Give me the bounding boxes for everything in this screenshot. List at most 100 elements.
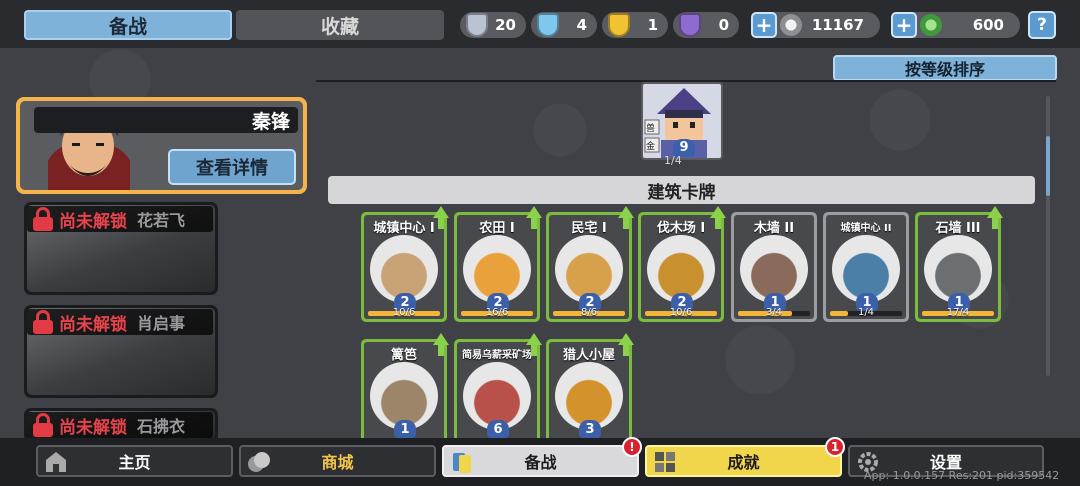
resource-value: 1 — [647, 16, 658, 34]
tab-collection[interactable]: 收藏 — [236, 10, 444, 40]
hero-card-inner: 秦锋 查看详情 — [20, 101, 303, 190]
resource-coins: + 11167 — [751, 12, 880, 38]
scrollbar-thumb[interactable] — [1046, 136, 1050, 196]
army-tag: 金 — [646, 142, 656, 152]
building-card-inner: 简易乌薪采矿场 6 — [457, 342, 537, 446]
building-level-badge: 1 — [394, 420, 416, 438]
building-card[interactable]: 城镇中心 II 1 1/4 — [823, 212, 909, 322]
hero-card-locked[interactable]: 尚未解锁 花若飞 — [24, 202, 218, 295]
building-level-badge: 3 — [579, 420, 601, 438]
add-coins-button[interactable]: + — [751, 12, 777, 38]
building-card[interactable]: 石墙 III 1 17/4 — [915, 206, 1003, 322]
lock-status: 尚未解锁 — [59, 314, 127, 335]
sort-by-level-button[interactable]: 按等级排序 — [833, 55, 1057, 81]
version-info: App: 1.0.0.157 Res:201 pid:359542 — [864, 469, 1060, 482]
coins-value: 11167 — [811, 16, 864, 34]
building-card[interactable]: 简易乌薪采矿场 6 — [454, 333, 542, 449]
army-tag: 兽 — [646, 124, 656, 134]
nav-home-label: 主页 — [118, 453, 151, 472]
building-card-title: 农田 I — [479, 221, 515, 236]
army-card-count: 1/4 — [664, 154, 682, 167]
upgrade-arrow-icon — [987, 206, 1003, 229]
resource-crystal-shield: 4 — [531, 12, 597, 38]
building-card[interactable]: 篱笆 1 — [361, 333, 449, 449]
nav-prepare-label: 备战 — [524, 453, 557, 472]
lock-row: 尚未解锁 肖启事 — [27, 309, 213, 335]
nav-prepare-button[interactable]: 备战 — [442, 445, 639, 477]
nav-shop-button[interactable]: 商城 — [239, 445, 436, 477]
card-progress-text: 17/4 — [946, 307, 970, 318]
coin-icon — [780, 14, 802, 36]
help-button[interactable]: ? — [1028, 11, 1056, 39]
hero-name-bar: 秦锋 — [34, 107, 298, 133]
building-card-inner: 农田 I 2 16/6 — [457, 215, 537, 319]
building-card-title: 篱笆 — [390, 348, 417, 363]
nav-home-button[interactable]: 主页 — [36, 445, 233, 477]
locked-hero-name: 肖启事 — [137, 314, 186, 333]
building-card-title: 伐木场 I — [656, 221, 706, 236]
building-card-inner: 篱笆 1 — [364, 342, 444, 446]
building-card[interactable]: 木墙 II 1 3/4 — [731, 212, 817, 322]
building-card[interactable]: 民宅 I 2 8/6 — [546, 206, 634, 322]
hero-name: 秦锋 — [251, 110, 290, 133]
army-card[interactable]: 兽 金 9 — [641, 82, 723, 160]
lock-icon — [33, 310, 53, 334]
lock-status: 尚未解锁 — [59, 417, 127, 438]
locked-hero-name: 花若飞 — [137, 211, 186, 230]
lock-icon — [33, 413, 53, 437]
upgrade-arrow-icon — [618, 333, 634, 356]
building-card-inner: 石墙 III 1 17/4 — [918, 215, 998, 319]
crystal-shield-icon — [537, 13, 559, 37]
resource-purple-shield: 0 — [673, 12, 739, 38]
view-details-button[interactable]: 查看详情 — [168, 149, 296, 185]
hero-card-active[interactable]: 秦锋 查看详情 — [16, 97, 307, 194]
hero-card-locked[interactable]: 尚未解锁 石拂衣 — [24, 408, 218, 442]
gold-shield-icon — [608, 13, 630, 37]
prepare-alert-badge: ! — [622, 437, 642, 457]
resource-value: 20 — [495, 16, 516, 34]
resource-gems: + 600 — [891, 12, 1020, 38]
building-card[interactable]: 城镇中心 I 2 10/6 — [361, 206, 449, 322]
upgrade-arrow-icon — [526, 333, 542, 356]
home-icon — [46, 452, 66, 472]
add-gems-button[interactable]: + — [891, 12, 917, 38]
resource-value: 0 — [718, 16, 729, 34]
card-progress-text: 1/4 — [857, 307, 875, 318]
building-card-title: 猎人小屋 — [562, 348, 615, 363]
building-card-inner: 城镇中心 I 2 10/6 — [364, 215, 444, 319]
upgrade-arrow-icon — [618, 206, 634, 229]
card-progress-text: 8/6 — [580, 307, 598, 318]
building-level-badge: 6 — [487, 420, 509, 438]
building-card-inner: 猎人小屋 3 — [549, 342, 629, 446]
nav-achievement-label: 成就 — [727, 453, 760, 472]
building-card-title: 城镇中心 I — [373, 221, 435, 236]
card-progress-text: 10/6 — [669, 307, 693, 318]
upgrade-arrow-icon — [433, 206, 449, 229]
building-card-inner: 伐木场 I 2 10/6 — [641, 215, 721, 319]
tab-prepare[interactable]: 备战 — [24, 10, 232, 40]
nav-achievement-button[interactable]: 成就 — [645, 445, 842, 477]
resource-gold-shield: 1 — [602, 12, 668, 38]
card-progress-text: 10/6 — [392, 307, 416, 318]
cards-icon — [453, 453, 471, 473]
building-card-title: 城镇中心 II — [840, 223, 892, 234]
silver-shield-icon — [466, 13, 488, 37]
card-progress-text: 3/4 — [765, 307, 783, 318]
building-card-title: 石墙 III — [935, 221, 981, 236]
card-progress-text: 16/6 — [485, 307, 509, 318]
building-card-inner: 城镇中心 II 1 1/4 — [826, 215, 906, 319]
building-card[interactable]: 猎人小屋 3 — [546, 333, 634, 449]
hero-card-locked[interactable]: 尚未解锁 肖启事 — [24, 305, 218, 398]
section-title-building-cards: 建筑卡牌 — [328, 176, 1035, 204]
building-card-inner: 木墙 II 1 3/4 — [734, 215, 814, 319]
building-card[interactable]: 伐木场 I 2 10/6 — [638, 206, 726, 322]
resource-silver-shield: 20 — [460, 12, 526, 38]
building-card[interactable]: 农田 I 2 16/6 — [454, 206, 542, 322]
upgrade-arrow-icon — [526, 206, 542, 229]
lock-status: 尚未解锁 — [59, 211, 127, 232]
resource-value: 4 — [576, 16, 587, 34]
building-card-title: 木墙 II — [753, 221, 795, 236]
coins-icon — [248, 452, 270, 472]
gems-value: 600 — [972, 16, 1004, 34]
building-card-inner: 民宅 I 2 8/6 — [549, 215, 629, 319]
